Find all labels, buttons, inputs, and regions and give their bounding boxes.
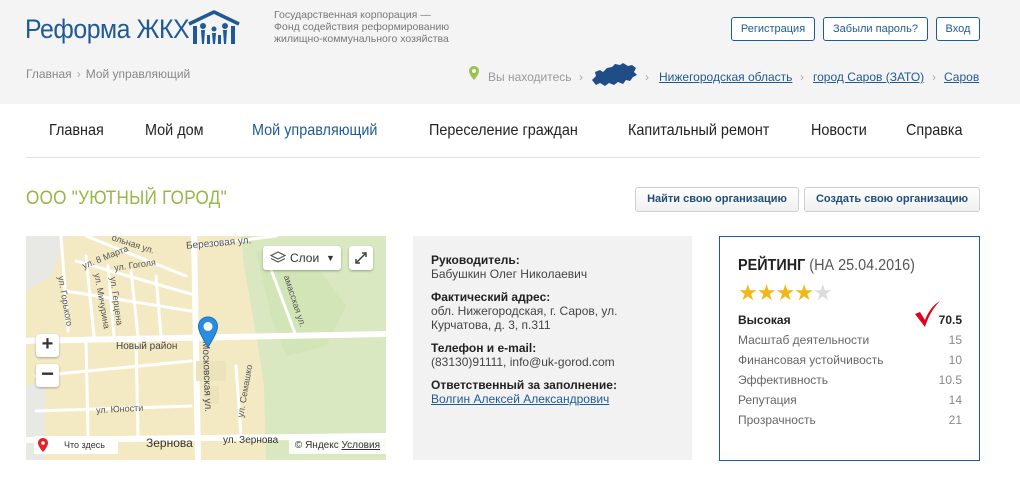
map-fullscreen-button[interactable] <box>349 246 373 270</box>
red-pin-icon <box>38 438 48 452</box>
location-pin-icon <box>469 66 479 80</box>
address-value: обл. Нижегородская, г. Саров, ул. Курчат… <box>431 304 618 332</box>
find-organization-button[interactable]: Найти свою организацию <box>635 187 799 212</box>
director-value: Бабушкин Олег Николаевич <box>431 267 588 281</box>
fullscreen-icon <box>355 252 367 264</box>
breadcrumb-home[interactable]: Главная <box>26 67 72 81</box>
breadcrumb-current: Мой управляющий <box>85 67 191 81</box>
register-button[interactable]: Регистрация <box>731 17 815 41</box>
map-layers-button[interactable]: Слои ▼ <box>263 246 341 270</box>
map-marker-icon[interactable] <box>197 316 219 348</box>
chevron-right-icon: › <box>645 70 649 84</box>
layers-icon <box>270 251 286 263</box>
create-organization-button[interactable]: Создать свою организацию <box>804 187 980 212</box>
nav-item-my-manager[interactable]: Мой управляющий <box>252 122 377 140</box>
what-is-here-label: Что здесь <box>64 440 105 450</box>
rating-level-row: Высокая 70.5 <box>738 313 962 327</box>
star-filled-icon: ★ <box>794 280 814 305</box>
contact-value: (83130)91111, info@uk-gorod.com <box>431 355 615 369</box>
rating-stars: ★★★★★ <box>738 280 833 305</box>
location-town-link[interactable]: Саров <box>944 70 979 84</box>
chevron-right-icon: › <box>800 70 804 84</box>
header: Реформа ЖКХ Государственная корпорация —… <box>0 0 1020 104</box>
location-city-link[interactable]: город Саров (ЗАТО) <box>813 70 924 84</box>
rating-panel: РЕЙТИНГ (НА 25.04.2016) ★★★★★ Высокая 70… <box>719 236 980 461</box>
map-street-label: Зернова <box>146 436 193 450</box>
page-title: ООО "УЮТНЫЙ ГОРОД" <box>26 188 227 209</box>
map-street-label: ул. Зернова <box>223 435 279 446</box>
nav-item-capital-repair[interactable]: Капитальный ремонт <box>628 122 769 140</box>
rating-row: Прозрачность 21 <box>738 413 962 427</box>
nav-item-help[interactable]: Справка <box>906 122 962 140</box>
rating-title: РЕЙТИНГ (НА 25.04.2016) <box>738 257 915 274</box>
rating-total-score: 70.5 <box>938 313 962 327</box>
map-copyright: © Яндекс Условия <box>288 438 386 454</box>
russia-map-icon[interactable] <box>590 62 638 88</box>
house-people-logo-icon[interactable] <box>183 10 245 46</box>
location-region-link[interactable]: Нижегородская область <box>659 70 792 84</box>
contact-label: Телефон и e-mail: <box>431 341 537 355</box>
rating-row: Эффективность 10.5 <box>738 373 962 387</box>
star-filled-icon: ★ <box>756 280 777 305</box>
what-is-here-button[interactable]: Что здесь <box>34 436 118 454</box>
corporation-description: Государственная корпорация — Фонд содейс… <box>274 9 450 45</box>
login-button[interactable]: Вход <box>936 17 980 41</box>
star-filled-icon: ★ <box>775 280 796 305</box>
responsible-label: Ответственный за заполнение: <box>431 378 617 392</box>
star-empty-icon: ★ <box>812 280 833 305</box>
map-terms-link[interactable]: Условия <box>341 440 380 451</box>
breadcrumb: Главная › Мой управляющий <box>26 67 190 81</box>
forgot-password-button[interactable]: Забыли пароль? <box>823 17 928 41</box>
location-label: Вы находитесь <box>488 70 572 84</box>
logo-text[interactable]: Реформа ЖКХ <box>25 14 190 45</box>
rating-row: Масштаб деятельности 15 <box>738 333 962 347</box>
star-filled-icon: ★ <box>738 280 758 305</box>
director-label: Руководитель: <box>431 253 520 267</box>
breadcrumb-separator-icon: › <box>76 67 81 81</box>
zoom-out-button[interactable]: − <box>36 363 59 387</box>
nav-item-resettlement[interactable]: Переселение граждан <box>429 122 578 140</box>
organization-info: Руководитель: Бабушкин Олег Николаевич Ф… <box>413 236 692 460</box>
rating-row: Репутация 14 <box>738 393 962 407</box>
responsible-value: Волгин Алексей Александрович <box>431 392 674 406</box>
nav-item-my-house[interactable]: Мой дом <box>145 122 204 140</box>
zoom-in-button[interactable]: + <box>36 334 59 357</box>
responsible-link[interactable]: Волгин Алексей Александрович <box>431 392 609 406</box>
main-nav: Главная Мой дом Мой управляющий Переселе… <box>26 104 980 158</box>
map[interactable]: Березовая ул. ольная ул. ул. 8 Марта ул.… <box>26 236 386 460</box>
address-label: Фактический адрес: <box>431 290 551 304</box>
map-street-label: Новый район <box>116 341 178 352</box>
nav-item-home[interactable]: Главная <box>49 122 104 140</box>
chevron-down-icon: ▼ <box>326 253 335 263</box>
nav-item-news[interactable]: Новости <box>811 122 867 140</box>
rating-row: Финансовая устойчивость 10 <box>738 353 962 367</box>
map-layers-label: Слои <box>290 251 320 265</box>
chevron-right-icon: › <box>932 70 936 84</box>
chevron-right-icon: › <box>579 70 583 84</box>
